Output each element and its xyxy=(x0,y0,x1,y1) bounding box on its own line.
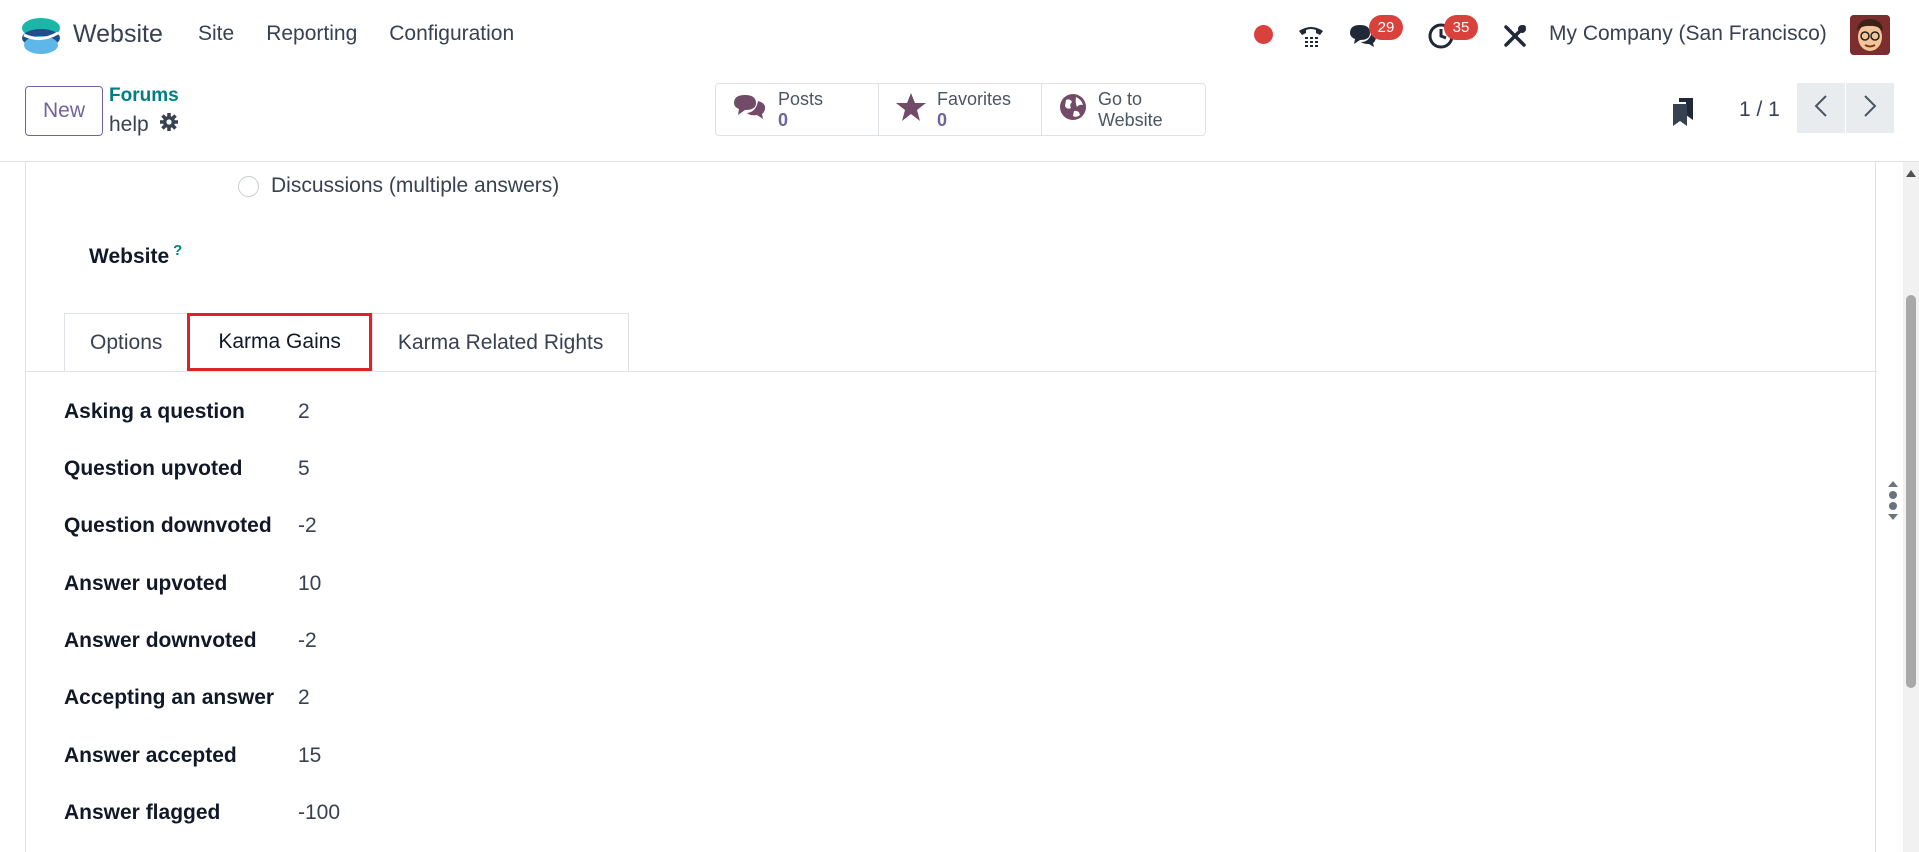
field-value[interactable]: -2 xyxy=(298,629,317,653)
radio-discussions[interactable]: Discussions (multiple answers) xyxy=(238,174,559,198)
website-label: Website xyxy=(89,245,170,268)
notebook-tabs: Options Karma Gains Karma Related Rights xyxy=(64,313,630,371)
pager-value[interactable]: 1 / 1 xyxy=(1739,98,1780,122)
field-label: Accepting an answer xyxy=(64,686,275,709)
recording-indicator-icon[interactable] xyxy=(1254,25,1273,44)
field-answer-flagged: Answer flagged -100 xyxy=(64,801,340,825)
tab-options[interactable]: Options xyxy=(64,313,188,371)
app-name[interactable]: Website xyxy=(73,20,163,49)
user-avatar[interactable] xyxy=(1850,15,1890,55)
website-field-label: Website? xyxy=(89,242,182,269)
radio-button[interactable] xyxy=(238,175,259,197)
breadcrumb-forums[interactable]: Forums xyxy=(109,85,179,107)
company-switcher[interactable]: My Company (San Francisco) xyxy=(1549,22,1827,46)
tab-karma-gains[interactable]: Karma Gains xyxy=(187,313,372,371)
smart-buttons: Posts 0 Favorites 0 Go to Website xyxy=(715,83,1206,136)
field-value[interactable]: 2 xyxy=(298,400,310,424)
top-navbar: Website Site Reporting Configuration 29 … xyxy=(0,0,1919,72)
field-label: Question downvoted xyxy=(64,514,272,537)
menu-site[interactable]: Site xyxy=(198,22,234,46)
chevron-right-icon xyxy=(1863,94,1877,123)
record-name: help xyxy=(109,113,149,136)
field-value[interactable]: 15 xyxy=(298,744,321,768)
field-label: Asking a question xyxy=(64,400,245,423)
field-answer-downvoted: Answer downvoted -2 xyxy=(64,629,317,653)
menu-configuration[interactable]: Configuration xyxy=(389,22,514,46)
field-accepting-answer: Accepting an answer 2 xyxy=(64,686,310,710)
website-app-logo-icon[interactable] xyxy=(20,15,62,57)
record-title: help xyxy=(109,112,179,138)
field-value[interactable]: 2 xyxy=(298,686,310,710)
field-question-upvoted: Question upvoted 5 xyxy=(64,457,310,481)
scrollbar-thumb[interactable] xyxy=(1906,295,1916,688)
posts-smart-button[interactable]: Posts 0 xyxy=(716,84,879,135)
main-menu: Site Reporting Configuration xyxy=(198,22,546,46)
debug-tools-icon[interactable] xyxy=(1499,20,1531,52)
field-value[interactable]: -2 xyxy=(298,514,317,538)
field-label: Answer downvoted xyxy=(64,629,257,652)
control-panel: New Forums help Posts 0 Favorites 0 Go t… xyxy=(0,72,1919,162)
new-button[interactable]: New xyxy=(25,86,103,136)
field-question-downvoted: Question downvoted -2 xyxy=(64,514,317,538)
pager-next-button[interactable] xyxy=(1846,83,1894,133)
tab-divider xyxy=(26,371,1877,372)
star-icon xyxy=(895,92,927,127)
go-to-website-smart-button[interactable]: Go to Website xyxy=(1042,84,1205,135)
website-label-text: Website xyxy=(1098,109,1163,130)
field-answer-upvoted: Answer upvoted 10 xyxy=(64,572,321,596)
pager-previous-button[interactable] xyxy=(1797,83,1845,133)
chat-badge: 29 xyxy=(1369,15,1403,40)
phone-icon[interactable] xyxy=(1295,20,1327,52)
field-value[interactable]: 5 xyxy=(298,457,310,481)
favorites-label: Favorites xyxy=(937,88,1012,109)
form-sheet: Discussions (multiple answers) Website? … xyxy=(25,162,1898,852)
posts-count: 0 xyxy=(778,109,789,130)
help-tooltip-icon[interactable]: ? xyxy=(173,242,182,259)
field-value[interactable]: 10 xyxy=(298,572,321,596)
field-label: Answer flagged xyxy=(64,801,221,824)
radio-label: Discussions (multiple answers) xyxy=(271,174,560,197)
field-asking-question: Asking a question 2 xyxy=(64,400,310,424)
favorites-smart-button[interactable]: Favorites 0 xyxy=(879,84,1042,135)
scroll-up-arrow-icon[interactable] xyxy=(1906,170,1916,177)
favorites-count: 0 xyxy=(937,109,948,130)
activity-badge: 35 xyxy=(1444,15,1478,40)
drag-handle-icon[interactable] xyxy=(1886,479,1900,523)
gear-icon[interactable] xyxy=(159,112,179,138)
field-answer-accepted: Answer accepted 15 xyxy=(64,744,321,768)
bookmark-icon[interactable] xyxy=(1671,96,1695,133)
menu-reporting[interactable]: Reporting xyxy=(266,22,357,46)
tab-karma-related-rights[interactable]: Karma Related Rights xyxy=(371,313,630,371)
field-label: Answer accepted xyxy=(64,744,237,767)
chevron-left-icon xyxy=(1814,94,1828,123)
comments-icon xyxy=(732,92,768,127)
page-scrollbar[interactable] xyxy=(1903,162,1919,852)
field-label: Question upvoted xyxy=(64,457,243,480)
field-label: Answer upvoted xyxy=(64,572,228,595)
globe-icon xyxy=(1058,92,1088,127)
posts-label: Posts xyxy=(778,88,824,109)
go-to-label: Go to xyxy=(1098,88,1143,109)
field-value[interactable]: -100 xyxy=(298,801,340,825)
